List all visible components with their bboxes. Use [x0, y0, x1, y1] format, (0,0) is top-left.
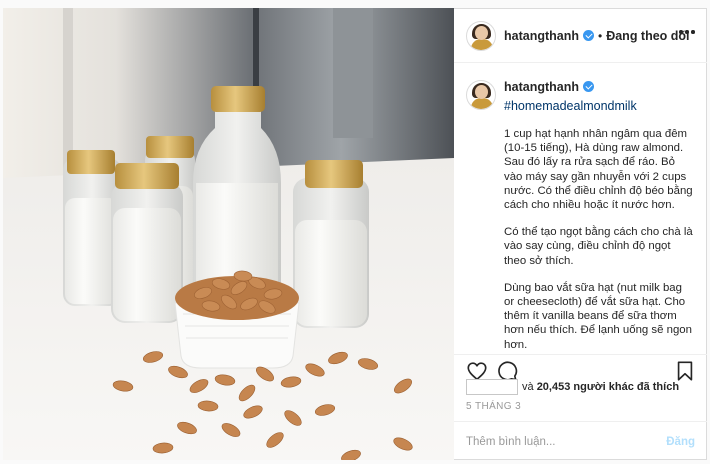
- avatar[interactable]: [466, 20, 496, 51]
- instagram-post: hatangthanh • Đang theo dõi hatangthanh …: [0, 0, 710, 464]
- post-comment-button[interactable]: Đăng: [666, 436, 695, 448]
- likes-connector: và: [522, 381, 534, 393]
- caption-paragraph: Dùng bao vắt sữa hạt (nut milk bag or ch…: [504, 281, 692, 351]
- caption-paragraph: Có thể tạo ngọt bằng cách cho chà là vào…: [504, 226, 693, 267]
- verified-badge-icon: [583, 81, 594, 92]
- post-header: hatangthanh • Đang theo dõi: [454, 9, 707, 63]
- post-date[interactable]: 5 THÁNG 3: [466, 401, 521, 412]
- comment-bar: Đăng: [454, 421, 707, 461]
- following-button[interactable]: Đang theo dõi: [606, 29, 689, 43]
- likes-text[interactable]: và 20,453 người khác đã thích: [522, 381, 679, 393]
- liker-name-redacted[interactable]: [466, 379, 518, 395]
- caption-text: 1 cup hạt hạnh nhân ngâm qua đêm (10-15 …: [504, 127, 695, 352]
- post-side-panel: hatangthanh • Đang theo dõi hatangthanh …: [454, 8, 707, 460]
- more-options-icon[interactable]: [679, 30, 695, 36]
- likes-summary: và 20,453 người khác đã thích: [466, 377, 679, 397]
- header-username[interactable]: hatangthanh: [504, 29, 579, 43]
- caption: hatangthanh #homemadealmondmilk 1 cup hạ…: [454, 64, 707, 354]
- caption-paragraph: 1 cup hạt hạnh nhân ngâm qua đêm (10-15 …: [504, 128, 693, 212]
- comment-input[interactable]: [466, 435, 646, 448]
- hashtag-link[interactable]: #homemadealmondmilk: [504, 99, 637, 113]
- caption-avatar[interactable]: [466, 80, 496, 110]
- likes-suffix: người khác đã thích: [573, 381, 680, 393]
- caption-username[interactable]: hatangthanh: [504, 80, 579, 94]
- almond-milk-photo[interactable]: [3, 8, 454, 460]
- verified-badge-icon: [583, 30, 594, 41]
- separator-dot: •: [598, 28, 603, 43]
- likes-count: 20,453: [536, 381, 571, 393]
- post-image: [3, 8, 454, 460]
- caption-header: hatangthanh #homemadealmondmilk: [466, 78, 695, 113]
